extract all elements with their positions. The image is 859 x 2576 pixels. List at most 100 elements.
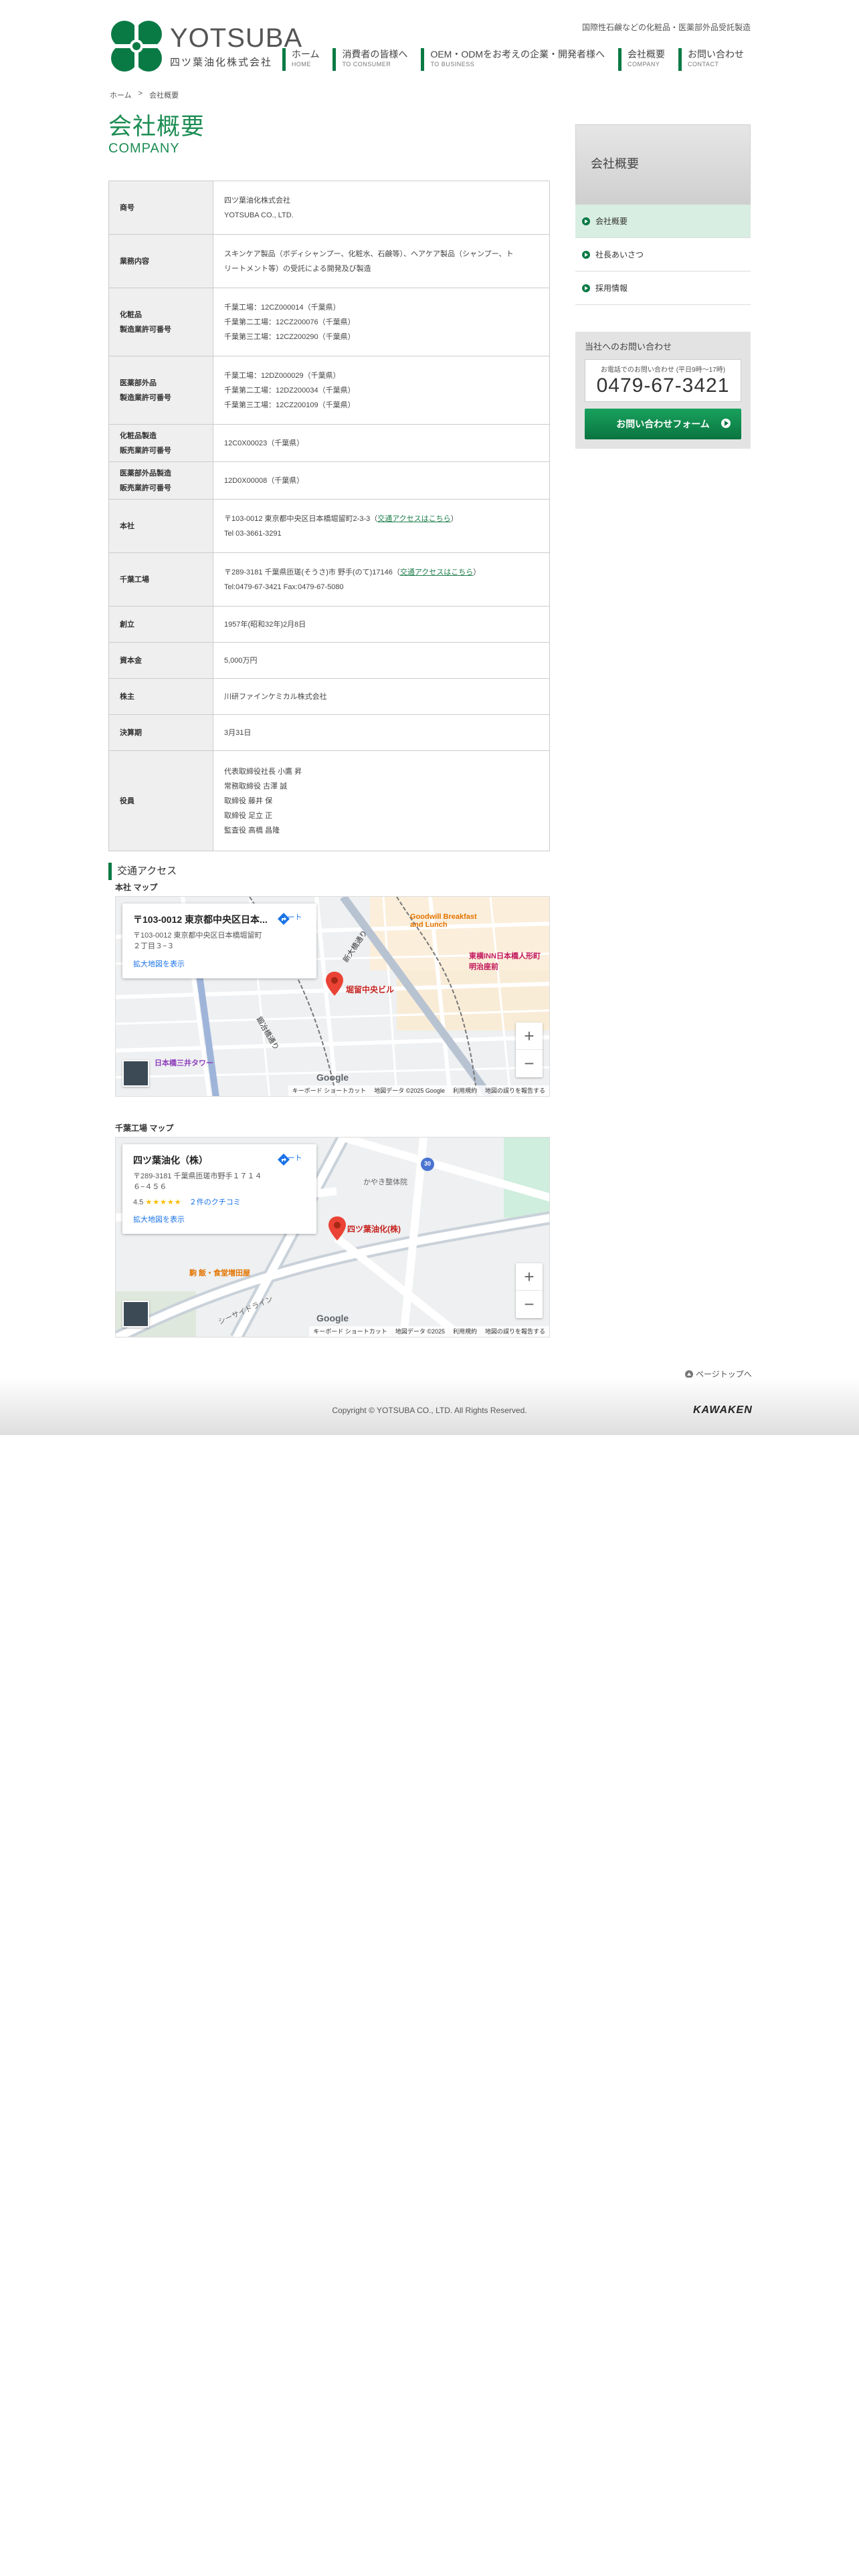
row-label: 化粧品 製造業許可番号 [108,288,213,356]
factory-map-label: 千葉工場 マップ [115,1123,174,1133]
row-label: 千葉工場 [108,552,213,607]
row-label: 株主 [108,678,213,715]
hq-map-footer: キーボード ショートカット 地図データ ©2025 Google 利用規約 地図… [288,1085,549,1096]
nav-business[interactable]: OEM・ODMをお考えの企業・開発者様へ TO BUSINESS [421,48,611,71]
breadcrumb-current: 会社概要 [149,92,179,100]
table-row: 業務内容 スキンケア製品（ボディシャンプー、化粧水、石鹸等）、ヘアケア製品（シャ… [108,234,550,288]
row-label: 決算期 [108,714,213,751]
sidebar-item-company[interactable]: 会社概要 [575,205,751,238]
row-label-line: 化粧品 [120,310,142,319]
row-label: 商号 [108,181,213,235]
officer-line: 常務取締役 古澤 誠 [224,782,288,790]
terms-link[interactable]: 利用規約 [453,1326,477,1337]
table-row: 医薬部外品 製造業許可番号 千葉工場：12DZ000029（千葉県） 千葉第二工… [108,356,550,425]
rating-stars: ★★★★★ [145,1198,182,1206]
zoom-out-button[interactable]: − [516,1291,543,1318]
row-label: 役員 [108,750,213,851]
sidebar-item-recruit[interactable]: 採用情報 [575,272,751,305]
row-value: スキンケア製品（ボディシャンプー、化粧水、石鹸等）、ヘアケア製品（シャンプー、ト… [213,234,550,288]
row-label: 資本金 [108,642,213,679]
hq-map-enlarge-link[interactable]: 拡大地図を表示 [133,958,306,969]
keyboard-shortcuts-link[interactable]: キーボード ショートカット [292,1085,367,1096]
access-heading: 交通アクセス [108,863,177,880]
nav-contact-sublabel: CONTACT [688,61,719,68]
arrow-bullet-icon [582,217,590,225]
hq-address: 〒103-0012 東京都中央区日本橋堀留町2-3-3（交通アクセスはこちら） [224,512,539,526]
sidebar-item-greeting[interactable]: 社長あいさつ [575,238,751,272]
nav-company-label: 会社概要 [628,49,665,60]
report-error-link[interactable]: 地図の誤りを報告する [485,1085,545,1096]
report-error-link[interactable]: 地図の誤りを報告する [485,1326,545,1337]
hq-map-route-button[interactable]: ルート [276,911,306,925]
site-logo[interactable]: YOTSUBA 四ツ葉油化株式会社 [108,17,302,75]
license-line: 千葉第二工場：12CZ200076（千葉県） [224,318,355,326]
map-pin-icon[interactable] [328,1216,346,1241]
nav-company-sublabel: COMPANY [628,61,660,68]
zoom-out-button[interactable]: − [516,1050,543,1077]
factory-map-route-button[interactable]: ルート [276,1152,306,1166]
factory-access-link[interactable]: 交通アクセスはこちら [400,568,473,576]
header-tagline: 国際性石鹸などの化粧品・医薬部外品受託製造 [581,23,751,32]
kawaken-logo[interactable]: KAWAKEN [693,1404,753,1416]
map-data-credit: 地図データ ©2025 Google [374,1087,445,1094]
arrow-right-icon [721,419,731,428]
factory-map-enlarge-link[interactable]: 拡大地図を表示 [133,1214,306,1224]
hq-address-close: ） [450,514,458,523]
reviews-link[interactable]: ２件のクチコミ [189,1198,241,1206]
row-label-line: 販売業許可番号 [120,446,171,455]
license-line: 千葉工場：12DZ000029（千葉県） [224,371,341,380]
nav-home[interactable]: ホーム HOME [282,48,326,71]
contact-title: 当社へのお問い合わせ [585,342,672,352]
nav-home-label: ホーム [291,49,320,60]
row-label-line: 化粧品製造 [120,431,157,440]
contact-form-button-label: お問い合わせフォーム [616,419,710,429]
breadcrumb: ホーム > 会社概要 [110,90,179,100]
hq-map-layer-thumbnail[interactable] [122,1060,149,1087]
hq-map-info-card: 〒103-0012 東京都中央区日本... 〒103-0012 東京都中央区日本… [122,903,316,978]
factory-map-rating: 4.5 ★★★★★ ２件のクチコミ [133,1196,306,1207]
hq-map-card-address: 〒103-0012 東京都中央区日本橋堀留町２丁目３−３ [133,932,262,950]
page-title-en: COMPANY [108,141,180,156]
license-line: 千葉第三工場：12CZ200290（千葉県） [224,332,355,341]
nav-consumer[interactable]: 消費者の皆様へ TO CONSUMER [332,48,414,71]
hq-map-poi-cafe: Goodwill Breakfast and Lunch [410,913,477,929]
map-pin-icon[interactable] [326,972,343,996]
company-name-en: YOTSUBA CO., LTD. [224,211,294,219]
business-text-line: スキンケア製品（ボディシャンプー、化粧水、石鹸等）、ヘアケア製品（シャンプー、ト [224,249,514,258]
terms-link[interactable]: 利用規約 [453,1085,477,1096]
factory-map-road-number: 30 [423,1160,431,1167]
nav-company[interactable]: 会社概要 COMPANY [618,48,672,71]
zoom-in-button[interactable]: + [516,1023,543,1050]
factory-map-poi-food: 駒 飯・食堂増田屋 [189,1269,251,1277]
directions-icon [278,1154,290,1166]
hq-map-poi-hotel: 東横INN日本橋人形町明治座前 [469,952,541,971]
directions-icon [278,913,290,925]
factory-map-layer-thumbnail[interactable] [122,1301,149,1327]
license-line: 千葉第二工場：12DZ200034（千葉県） [224,386,355,395]
factory-map-poi-clinic: かやき整体院 [363,1178,407,1186]
officer-line: 代表取締役社長 小鷹 昇 [224,767,302,776]
arrow-bullet-icon [582,284,590,292]
tel-box: お電話でのお問い合わせ (平日9時～17時) 0479-67-3421 [585,359,741,402]
table-row: 資本金 5,000万円 [108,642,550,679]
tel-number[interactable]: 0479-67-3421 [585,374,741,398]
nav-contact-label: お問い合わせ [688,49,744,60]
nav-contact[interactable]: お問い合わせ CONTACT [678,48,751,71]
row-label: 創立 [108,606,213,643]
officer-line: 取締役 藤井 保 [224,796,273,805]
sidebar-title: 会社概要 [575,124,751,205]
contact-form-button[interactable]: お問い合わせフォーム [585,409,741,439]
hq-map[interactable]: 〒103-0012 東京都中央区日本... 〒103-0012 東京都中央区日本… [115,896,550,1097]
keyboard-shortcuts-link[interactable]: キーボード ショートカット [313,1326,387,1337]
factory-map[interactable]: 30 四ツ葉油化（株） 〒289-3181 千葉県匝瑳市野手１７１４６−４５６ … [115,1137,550,1337]
row-label-line: 製造業許可番号 [120,325,171,334]
table-row: 決算期 3月31日 [108,714,550,751]
hq-access-link[interactable]: 交通アクセスはこちら [377,515,450,523]
nav-business-sublabel: TO BUSINESS [430,61,475,68]
breadcrumb-home[interactable]: ホーム [110,90,132,100]
row-label: 医薬部外品製造 販売業許可番号 [108,461,213,500]
zoom-in-button[interactable]: + [516,1263,543,1291]
site-footer: Copyright © YOTSUBA CO., LTD. All Rights… [0,1378,859,1435]
factory-map-footer: キーボード ショートカット 地図データ ©2025 利用規約 地図の誤りを報告す… [309,1326,549,1337]
main-content: 会社概要 COMPANY 商号 四ツ葉油化株式会社 YOTSUBA CO., L… [108,114,550,1337]
